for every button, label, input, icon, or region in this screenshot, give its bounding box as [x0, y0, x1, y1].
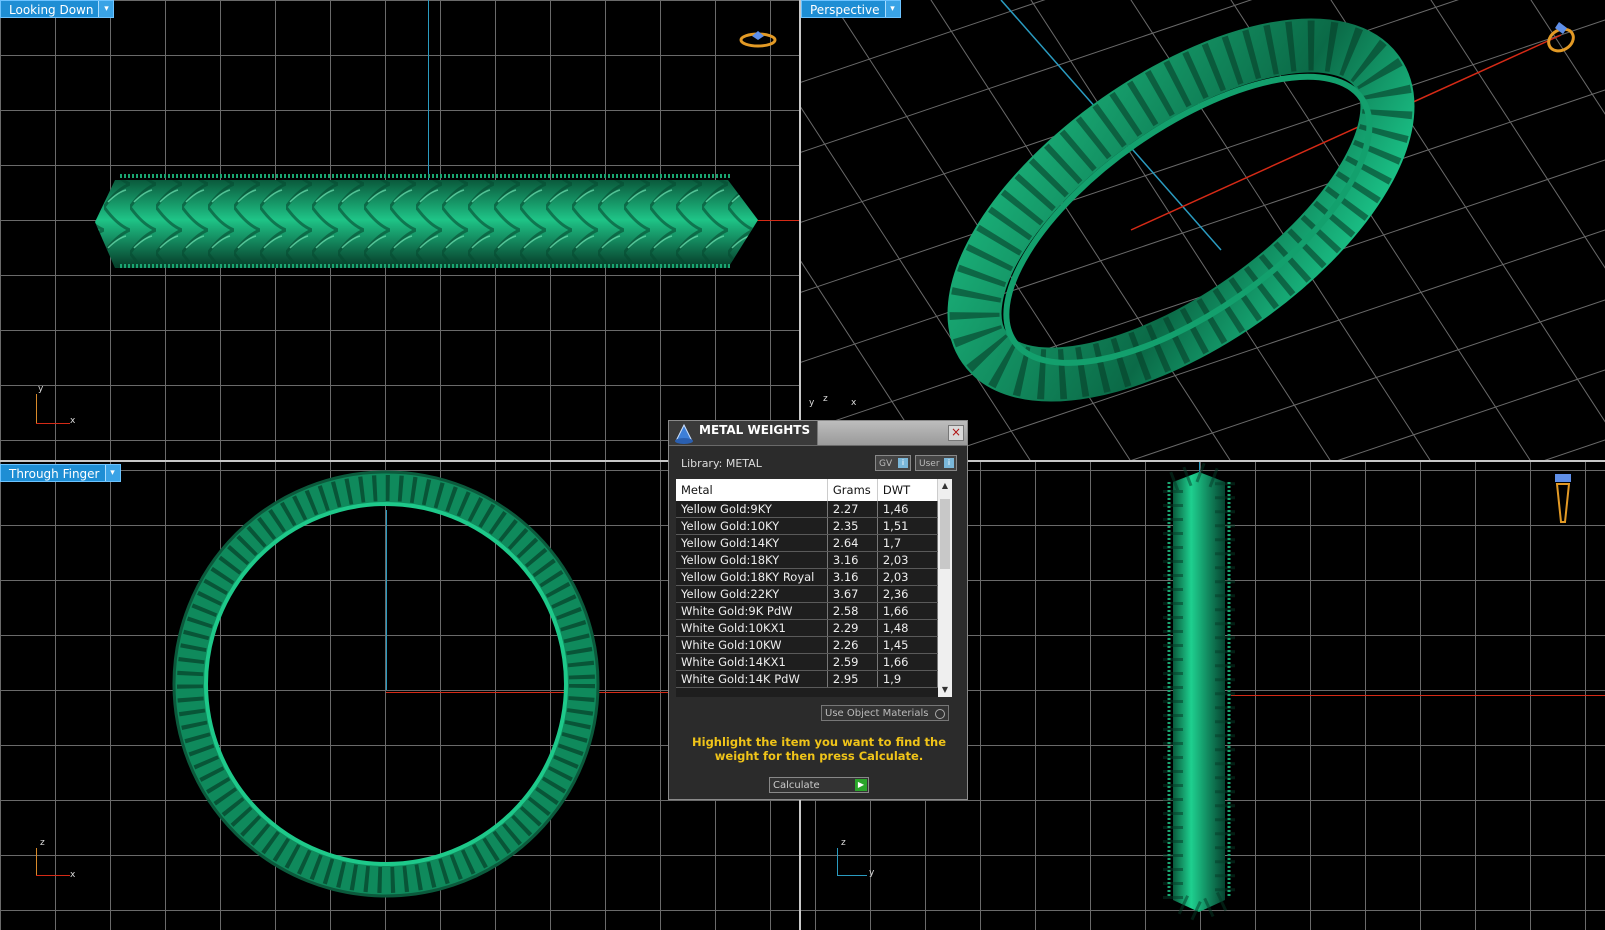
cell-dwt: 2,03: [877, 568, 939, 586]
axis-label-y: y: [869, 868, 875, 878]
user-button[interactable]: User i: [915, 455, 957, 471]
cell-grams: 2.27: [827, 501, 878, 518]
cell-dwt: 1,66: [877, 653, 939, 671]
axis-gizmo: y x: [34, 384, 84, 428]
cell-metal: Yellow Gold:18KY Royal: [676, 568, 828, 586]
axis-gizmo: z x: [34, 838, 84, 880]
cell-grams: 3.16: [827, 551, 878, 569]
view-cube-icon[interactable]: [1541, 18, 1581, 58]
close-icon[interactable]: ×: [948, 425, 964, 441]
table-row[interactable]: White Gold:10KW 2.26 1,45: [676, 636, 939, 654]
axis-label-z: z: [841, 838, 846, 848]
view-cube-icon[interactable]: [1551, 474, 1575, 528]
metal-table[interactable]: Metal Grams DWT Yellow Gold:9KY 2.27 1,46 …: [676, 479, 952, 697]
axis-gizmo: z y: [835, 838, 885, 880]
cell-dwt: 1,46: [877, 501, 939, 518]
cell-grams: 2.26: [827, 636, 878, 654]
column-header-grams[interactable]: Grams: [827, 479, 878, 501]
axis-label-z: z: [40, 838, 45, 848]
table-row[interactable]: Yellow Gold:14KY 2.64 1,7: [676, 534, 939, 552]
table-row[interactable]: White Gold:9K PdW 2.58 1,66: [676, 602, 939, 620]
cell-dwt: 1,45: [877, 636, 939, 654]
scrollbar-thumb[interactable]: [940, 499, 950, 569]
cell-dwt: 1,66: [877, 602, 939, 620]
cell-grams: 2.35: [827, 517, 878, 535]
viewport-perspective[interactable]: y z x Perspective ▾: [801, 0, 1605, 460]
gv-button[interactable]: GV i: [875, 455, 911, 471]
dialog-title-bar[interactable]: METAL WEIGHTS ×: [669, 421, 967, 446]
cell-grams: 3.16: [827, 568, 878, 586]
column-header-metal[interactable]: Metal: [676, 479, 828, 501]
cell-grams: 2.29: [827, 619, 878, 637]
table-header-row: Metal Grams DWT: [676, 479, 939, 501]
cell-grams: 3.67: [827, 585, 878, 603]
table-scrollbar[interactable]: ▲ ▼: [938, 479, 952, 697]
table-row[interactable]: White Gold:14K PdW 2.95 1,9: [676, 670, 939, 688]
cell-metal: White Gold:14KX1: [676, 653, 828, 671]
viewport-label-perspective[interactable]: Perspective ▾: [801, 0, 901, 18]
table-row[interactable]: Yellow Gold:18KY Royal 3.16 2,03: [676, 568, 939, 586]
dialog-title: METAL WEIGHTS: [699, 423, 811, 437]
axis-label-y: y: [38, 384, 44, 394]
viewport-label-looking-down[interactable]: Looking Down ▾: [0, 0, 115, 18]
cell-dwt: 2,36: [877, 585, 939, 603]
column-header-dwt[interactable]: DWT: [877, 479, 939, 501]
chevron-down-icon[interactable]: ▾: [98, 1, 114, 17]
axis-label-x: x: [851, 398, 857, 408]
cell-metal: Yellow Gold:22KY: [676, 585, 828, 603]
info-icon: i: [944, 458, 954, 468]
cell-metal: White Gold:10KX1: [676, 619, 828, 637]
cell-metal: White Gold:14K PdW: [676, 670, 828, 688]
chevron-down-icon[interactable]: ▾: [104, 465, 120, 481]
cell-metal: Yellow Gold:18KY: [676, 551, 828, 569]
table-row[interactable]: Yellow Gold:22KY 3.67 2,36: [676, 585, 939, 603]
cell-dwt: 1,7: [877, 534, 939, 552]
radio-icon[interactable]: [935, 709, 945, 719]
cell-grams: 2.58: [827, 602, 878, 620]
cell-metal: White Gold:9K PdW: [676, 602, 828, 620]
cell-dwt: 1,48: [877, 619, 939, 637]
axis-label-x: x: [70, 416, 76, 426]
table-row[interactable]: Yellow Gold:9KY 2.27 1,46: [676, 501, 939, 518]
chevron-down-icon[interactable]: ▾: [884, 1, 900, 17]
table-row[interactable]: Yellow Gold:10KY 2.35 1,51: [676, 517, 939, 535]
cell-grams: 2.64: [827, 534, 878, 552]
scale-icon: [675, 423, 693, 444]
library-label: Library: METAL: [681, 457, 762, 470]
cell-dwt: 1,9: [877, 670, 939, 688]
table-row[interactable]: White Gold:14KX1 2.59 1,66: [676, 653, 939, 671]
view-cube-icon[interactable]: [738, 28, 778, 52]
table-row[interactable]: White Gold:10KX1 2.29 1,48: [676, 619, 939, 637]
calculate-button[interactable]: Calculate ▶: [769, 777, 869, 793]
cell-metal: Yellow Gold:14KY: [676, 534, 828, 552]
cell-dwt: 2,03: [877, 551, 939, 569]
cell-dwt: 1,51: [877, 517, 939, 535]
axis-label-y: y: [809, 398, 815, 408]
cell-grams: 2.59: [827, 653, 878, 671]
ring-perspective: [947, 18, 1415, 402]
table-row[interactable]: Yellow Gold:18KY 3.16 2,03: [676, 551, 939, 569]
instruction-text: Highlight the item you want to find the …: [692, 735, 946, 763]
scroll-down-icon[interactable]: ▼: [938, 683, 952, 697]
scroll-up-icon[interactable]: ▲: [938, 479, 952, 493]
viewport-looking-down[interactable]: y x Looking Down ▾: [0, 0, 799, 460]
play-icon: ▶: [855, 779, 867, 791]
use-object-materials-option[interactable]: Use Object Materials: [821, 705, 949, 721]
cell-metal: Yellow Gold:10KY: [676, 517, 828, 535]
metal-weights-dialog: METAL WEIGHTS × Library: METAL GV i User i…: [668, 420, 968, 800]
info-icon: i: [898, 458, 908, 468]
ring-top-view: [95, 174, 758, 268]
viewport-label-through-finger[interactable]: Through Finger ▾: [0, 464, 121, 482]
cell-metal: Yellow Gold:9KY: [676, 501, 828, 518]
axis-label-x: x: [70, 870, 76, 880]
cell-grams: 2.95: [827, 670, 878, 688]
axis-label-z: z: [823, 394, 828, 404]
dialog-tab: METAL WEIGHTS: [669, 421, 818, 445]
cell-metal: White Gold:10KW: [676, 636, 828, 654]
